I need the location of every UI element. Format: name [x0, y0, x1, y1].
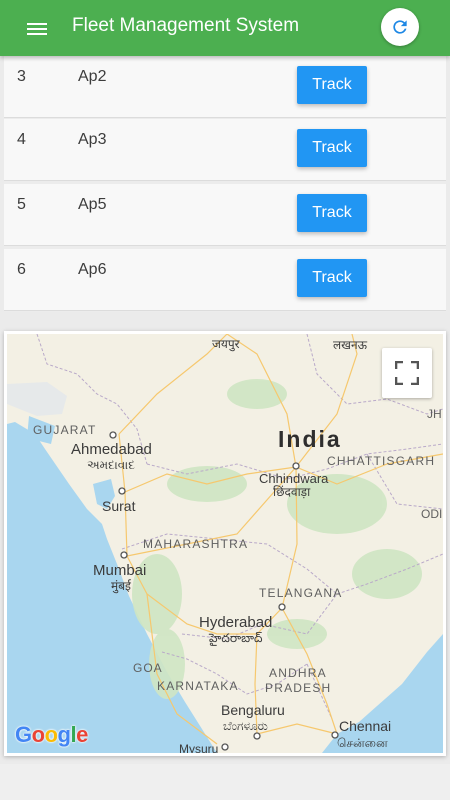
vehicle-number: 5: [17, 196, 26, 213]
vehicle-number: 6: [17, 261, 26, 278]
map-view[interactable]: जयपुर लखनऊ GUJARAT Ahmedabad અમદાવાદ Ind…: [7, 334, 443, 753]
map-canvas: जयपुर लखनऊ GUJARAT Ahmedabad અમદાવાદ Ind…: [7, 334, 443, 753]
label-hyderabad: Hyderabad: [199, 614, 272, 631]
vehicle-list: 3 Ap2 Track 4 Ap3 Track 5 Ap5 Track 6 Ap…: [4, 56, 446, 312]
label-jh: JH: [427, 407, 442, 421]
label-chhindwara-local: छिंदवाड़ा: [273, 485, 311, 499]
list-item: 6 Ap6 Track: [4, 249, 446, 311]
label-mumbai: Mumbai: [93, 562, 146, 579]
label-chhattisgarh: CHHATTISGARH: [327, 454, 435, 468]
refresh-icon: [393, 20, 407, 34]
label-hyderabad-local: హైదరాబాద్: [208, 631, 263, 646]
label-ahmedabad-local: અમદાવાદ: [87, 458, 135, 472]
fullscreen-icon: [395, 361, 419, 385]
track-button[interactable]: Track: [297, 129, 367, 167]
label-pradesh: PRADESH: [265, 681, 331, 695]
track-button[interactable]: Track: [297, 66, 367, 104]
track-button[interactable]: Track: [297, 259, 367, 297]
page-title: Fleet Management System: [72, 15, 300, 36]
menu-icon[interactable]: [20, 14, 54, 42]
track-button[interactable]: Track: [297, 194, 367, 232]
app-bar: Fleet Management System: [0, 0, 450, 56]
list-item: 3 Ap2 Track: [4, 56, 446, 118]
label-gujarat: GUJARAT: [33, 423, 97, 437]
google-logo: Google: [15, 722, 88, 747]
label-surat: Surat: [102, 498, 136, 514]
map-card: जयपुर लखनऊ GUJARAT Ahmedabad અમદાવાદ Ind…: [4, 331, 446, 756]
list-item: 4 Ap3 Track: [4, 119, 446, 181]
vehicle-name: Ap3: [78, 131, 107, 148]
label-telangana: TELANGANA: [259, 586, 343, 600]
vehicle-number: 3: [17, 68, 26, 85]
label-chennai-local: சென்னை: [337, 736, 388, 750]
vehicle-name: Ap5: [78, 196, 107, 213]
list-item: 5 Ap5 Track: [4, 184, 446, 246]
label-mumbai-local: मुंबई: [111, 579, 132, 594]
label-maharashtra: MAHARASHTRA: [143, 537, 248, 551]
label-india: India: [278, 426, 342, 452]
refresh-button[interactable]: [381, 8, 419, 46]
fullscreen-button[interactable]: [382, 348, 432, 398]
label-bengaluru: Bengaluru: [221, 702, 285, 718]
label-bengaluru-local: ಬೆಂಗಳೂರು: [223, 719, 268, 733]
vehicle-name: Ap6: [78, 261, 107, 278]
label-lucknow: लखनऊ: [333, 338, 368, 352]
label-mysuru: Mysuru: [179, 742, 218, 753]
label-karnataka: KARNATAKA: [157, 679, 239, 693]
bottom-area: [0, 764, 450, 800]
label-chennai: Chennai: [339, 718, 391, 734]
label-goa: GOA: [133, 661, 163, 675]
label-odi: ODI: [421, 507, 442, 521]
label-ahmedabad: Ahmedabad: [71, 441, 152, 458]
label-jaipur: जयपुर: [212, 337, 241, 352]
label-chhindwara: Chhindwara: [259, 471, 329, 486]
label-andhra: ANDHRA: [269, 666, 327, 680]
vehicle-name: Ap2: [78, 68, 107, 85]
vehicle-number: 4: [17, 131, 26, 148]
